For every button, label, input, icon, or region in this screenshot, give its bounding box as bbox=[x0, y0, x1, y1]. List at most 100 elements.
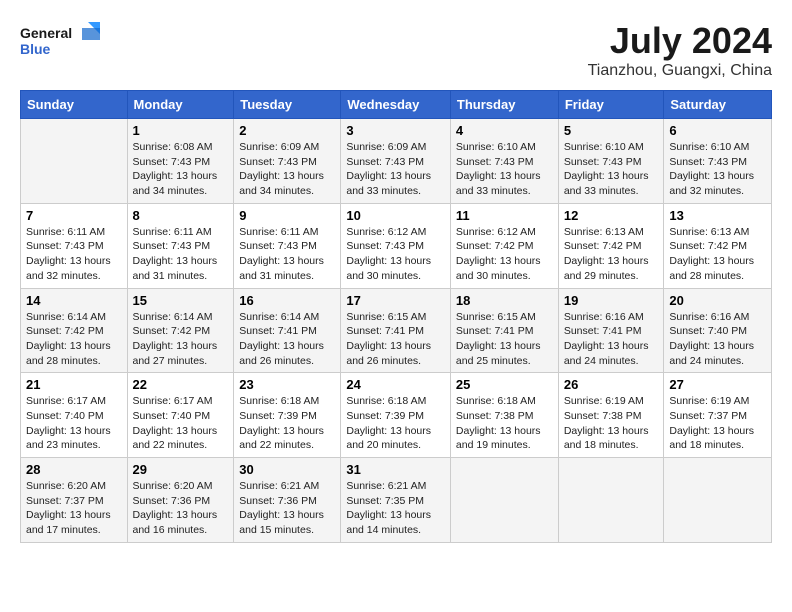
day-header-sunday: Sunday bbox=[21, 91, 128, 119]
calendar-week-2: 7 Sunrise: 6:11 AMSunset: 7:43 PMDaylight… bbox=[21, 203, 772, 288]
date-number: 4 bbox=[456, 123, 553, 138]
date-number: 14 bbox=[26, 293, 122, 308]
date-number: 19 bbox=[564, 293, 659, 308]
logo: General Blue bbox=[20, 20, 100, 60]
logo-icon: General Blue bbox=[20, 20, 100, 60]
day-header-monday: Monday bbox=[127, 91, 234, 119]
calendar-cell: 9 Sunrise: 6:11 AMSunset: 7:43 PMDaylight… bbox=[234, 203, 341, 288]
date-number: 5 bbox=[564, 123, 659, 138]
calendar-cell: 17 Sunrise: 6:15 AMSunset: 7:41 PMDayligh… bbox=[341, 288, 451, 373]
page-header: General Blue July 2024 Tianzhou, Guangxi… bbox=[20, 20, 772, 80]
date-number: 17 bbox=[346, 293, 445, 308]
cell-info: Sunrise: 6:12 AMSunset: 7:43 PMDaylight:… bbox=[346, 225, 445, 284]
cell-info: Sunrise: 6:17 AMSunset: 7:40 PMDaylight:… bbox=[133, 394, 229, 453]
date-number: 1 bbox=[133, 123, 229, 138]
cell-info: Sunrise: 6:14 AMSunset: 7:41 PMDaylight:… bbox=[239, 310, 335, 369]
date-number: 21 bbox=[26, 377, 122, 392]
calendar-cell: 5Sunrise: 6:10 AMSunset: 7:43 PMDaylight… bbox=[558, 119, 664, 204]
date-number: 22 bbox=[133, 377, 229, 392]
date-number: 7 bbox=[26, 208, 122, 223]
calendar-cell: 29 Sunrise: 6:20 AMSunset: 7:36 PMDayligh… bbox=[127, 458, 234, 543]
calendar-cell: 14 Sunrise: 6:14 AMSunset: 7:42 PMDayligh… bbox=[21, 288, 128, 373]
calendar-cell: 18Sunrise: 6:15 AMSunset: 7:41 PMDayligh… bbox=[450, 288, 558, 373]
calendar-cell: 21Sunrise: 6:17 AMSunset: 7:40 PMDayligh… bbox=[21, 373, 128, 458]
cell-info: Sunrise: 6:19 AMSunset: 7:37 PMDaylight:… bbox=[669, 394, 766, 453]
calendar-cell: 31 Sunrise: 6:21 AMSunset: 7:35 PMDayligh… bbox=[341, 458, 451, 543]
svg-text:General: General bbox=[20, 25, 72, 41]
calendar-table: SundayMondayTuesdayWednesdayThursdayFrid… bbox=[20, 90, 772, 543]
calendar-body: 1 Sunrise: 6:08 AMSunset: 7:43 PMDaylight… bbox=[21, 119, 772, 543]
calendar-cell: 4 Sunrise: 6:10 AMSunset: 7:43 PMDaylight… bbox=[450, 119, 558, 204]
cell-info: Sunrise: 6:09 AMSunset: 7:43 PMDaylight:… bbox=[239, 140, 335, 199]
title-block: July 2024 Tianzhou, Guangxi, China bbox=[588, 20, 772, 80]
date-number: 13 bbox=[669, 208, 766, 223]
calendar-cell bbox=[21, 119, 128, 204]
calendar-cell: 1 Sunrise: 6:08 AMSunset: 7:43 PMDaylight… bbox=[127, 119, 234, 204]
date-number: 15 bbox=[133, 293, 229, 308]
date-number: 9 bbox=[239, 208, 335, 223]
month-year-title: July 2024 bbox=[588, 20, 772, 62]
calendar-cell: 24 Sunrise: 6:18 AMSunset: 7:39 PMDayligh… bbox=[341, 373, 451, 458]
day-header-thursday: Thursday bbox=[450, 91, 558, 119]
date-number: 6 bbox=[669, 123, 766, 138]
calendar-cell: 3Sunrise: 6:09 AMSunset: 7:43 PMDaylight… bbox=[341, 119, 451, 204]
cell-info: Sunrise: 6:18 AMSunset: 7:38 PMDaylight:… bbox=[456, 394, 553, 453]
day-header-tuesday: Tuesday bbox=[234, 91, 341, 119]
cell-info: Sunrise: 6:18 AMSunset: 7:39 PMDaylight:… bbox=[346, 394, 445, 453]
cell-info: Sunrise: 6:20 AMSunset: 7:36 PMDaylight:… bbox=[133, 479, 229, 538]
cell-info: Sunrise: 6:21 AMSunset: 7:35 PMDaylight:… bbox=[346, 479, 445, 538]
date-number: 3 bbox=[346, 123, 445, 138]
date-number: 16 bbox=[239, 293, 335, 308]
cell-info: Sunrise: 6:20 AMSunset: 7:37 PMDaylight:… bbox=[26, 479, 122, 538]
date-number: 28 bbox=[26, 462, 122, 477]
calendar-cell bbox=[558, 458, 664, 543]
calendar-cell: 26 Sunrise: 6:19 AMSunset: 7:38 PMDayligh… bbox=[558, 373, 664, 458]
day-header-friday: Friday bbox=[558, 91, 664, 119]
cell-info: Sunrise: 6:12 AMSunset: 7:42 PMDaylight:… bbox=[456, 225, 553, 284]
calendar-week-4: 21 Sunrise: 6:17 AMSunset: 7:40 PMDayligh… bbox=[21, 373, 772, 458]
date-number: 25 bbox=[456, 377, 553, 392]
calendar-cell: 22 Sunrise: 6:17 AMSunset: 7:40 PMDayligh… bbox=[127, 373, 234, 458]
date-number: 8 bbox=[133, 208, 229, 223]
date-number: 20 bbox=[669, 293, 766, 308]
calendar-cell: 28 Sunrise: 6:20 AMSunset: 7:37 PMDayligh… bbox=[21, 458, 128, 543]
cell-info: Sunrise: 6:11 AMSunset: 7:43 PMDaylight:… bbox=[26, 225, 122, 284]
cell-info: Sunrise: 6:16 AMSunset: 7:40 PMDaylight:… bbox=[669, 310, 766, 369]
cell-info: Sunrise: 6:10 AMSunset: 7:43 PMDaylight:… bbox=[669, 140, 766, 199]
cell-info: Sunrise: 6:14 AMSunset: 7:42 PMDaylight:… bbox=[26, 310, 122, 369]
cell-info: Sunrise: 6:18 AMSunset: 7:39 PMDaylight:… bbox=[239, 394, 335, 453]
cell-info: Sunrise: 6:11 AMSunset: 7:43 PMDaylight:… bbox=[133, 225, 229, 284]
date-number: 31 bbox=[346, 462, 445, 477]
cell-info: Sunrise: 6:11 AMSunset: 7:43 PMDaylight:… bbox=[239, 225, 335, 284]
cell-info: Sunrise: 6:15 AMSunset: 7:41 PMDaylight:… bbox=[346, 310, 445, 369]
cell-info: Sunrise: 6:19 AMSunset: 7:38 PMDaylight:… bbox=[564, 394, 659, 453]
calendar-cell: 27Sunrise: 6:19 AMSunset: 7:37 PMDayligh… bbox=[664, 373, 772, 458]
date-number: 12 bbox=[564, 208, 659, 223]
date-number: 2 bbox=[239, 123, 335, 138]
date-number: 24 bbox=[346, 377, 445, 392]
date-number: 26 bbox=[564, 377, 659, 392]
calendar-cell: 30Sunrise: 6:21 AMSunset: 7:36 PMDayligh… bbox=[234, 458, 341, 543]
cell-info: Sunrise: 6:13 AMSunset: 7:42 PMDaylight:… bbox=[669, 225, 766, 284]
calendar-cell: 16 Sunrise: 6:14 AMSunset: 7:41 PMDayligh… bbox=[234, 288, 341, 373]
calendar-cell: 6 Sunrise: 6:10 AMSunset: 7:43 PMDaylight… bbox=[664, 119, 772, 204]
date-number: 30 bbox=[239, 462, 335, 477]
cell-info: Sunrise: 6:10 AMSunset: 7:43 PMDaylight:… bbox=[456, 140, 553, 199]
calendar-cell: 25 Sunrise: 6:18 AMSunset: 7:38 PMDayligh… bbox=[450, 373, 558, 458]
svg-text:Blue: Blue bbox=[20, 41, 51, 57]
calendar-header-row: SundayMondayTuesdayWednesdayThursdayFrid… bbox=[21, 91, 772, 119]
calendar-week-1: 1 Sunrise: 6:08 AMSunset: 7:43 PMDaylight… bbox=[21, 119, 772, 204]
location-subtitle: Tianzhou, Guangxi, China bbox=[588, 62, 772, 80]
cell-info: Sunrise: 6:08 AMSunset: 7:43 PMDaylight:… bbox=[133, 140, 229, 199]
cell-info: Sunrise: 6:16 AMSunset: 7:41 PMDaylight:… bbox=[564, 310, 659, 369]
date-number: 29 bbox=[133, 462, 229, 477]
cell-info: Sunrise: 6:14 AMSunset: 7:42 PMDaylight:… bbox=[133, 310, 229, 369]
cell-info: Sunrise: 6:13 AMSunset: 7:42 PMDaylight:… bbox=[564, 225, 659, 284]
calendar-week-5: 28 Sunrise: 6:20 AMSunset: 7:37 PMDayligh… bbox=[21, 458, 772, 543]
calendar-cell: 2 Sunrise: 6:09 AMSunset: 7:43 PMDaylight… bbox=[234, 119, 341, 204]
calendar-cell: 13 Sunrise: 6:13 AMSunset: 7:42 PMDayligh… bbox=[664, 203, 772, 288]
calendar-cell: 15 Sunrise: 6:14 AMSunset: 7:42 PMDayligh… bbox=[127, 288, 234, 373]
calendar-cell: 7 Sunrise: 6:11 AMSunset: 7:43 PMDaylight… bbox=[21, 203, 128, 288]
date-number: 10 bbox=[346, 208, 445, 223]
calendar-cell bbox=[664, 458, 772, 543]
